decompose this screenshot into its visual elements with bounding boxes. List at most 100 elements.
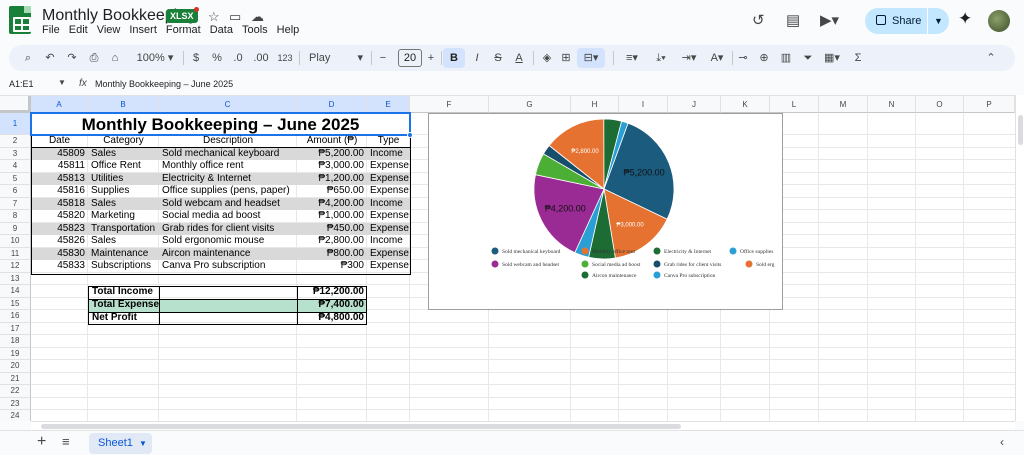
row-header-18[interactable]: 18 (0, 335, 31, 348)
table-cell[interactable]: Subscriptions (88, 260, 159, 273)
column-header-m[interactable]: M (819, 96, 868, 113)
table-cell[interactable]: Sales (88, 148, 159, 161)
table-cell[interactable]: ₱450.00 (297, 223, 367, 236)
table-cell[interactable]: 45818 (31, 198, 88, 211)
row-header-24[interactable]: 24 (0, 410, 31, 421)
name-box-dropdown-icon[interactable]: ▼ (58, 78, 66, 87)
all-sheets-icon[interactable]: ≡ (62, 434, 70, 449)
percent-format-button[interactable]: % (210, 45, 224, 71)
table-cell[interactable]: 45820 (31, 210, 88, 223)
number-format-button[interactable]: 123 (275, 45, 295, 71)
table-cell[interactable]: Office Rent (88, 160, 159, 173)
sheets-logo-icon[interactable] (9, 6, 31, 34)
gemini-icon[interactable]: ✦ (958, 9, 972, 29)
fill-color-icon[interactable]: ◈ (540, 45, 554, 71)
summary-value[interactable]: ₱12,200.00 (298, 286, 367, 299)
font-size-input[interactable]: 20 (398, 49, 422, 67)
column-header-j[interactable]: J (668, 96, 721, 113)
table-cell[interactable]: ₱1,000.00 (297, 210, 367, 223)
table-header-cell[interactable]: Amount (₱) (297, 135, 367, 148)
formula-input[interactable]: Monthly Bookkeeping – June 2025 (95, 79, 233, 89)
insert-comment-icon[interactable]: ⊕ (757, 45, 771, 71)
move-folder-icon[interactable]: ▭ (229, 9, 241, 25)
summary-label[interactable]: Total Expense (89, 299, 159, 312)
horizontal-scrollbar[interactable] (31, 421, 1015, 430)
table-cell[interactable]: Maintenance (88, 248, 159, 261)
menu-view[interactable]: View (97, 24, 121, 36)
row-header-21[interactable]: 21 (0, 372, 31, 385)
summary-value[interactable]: ₱7,400.00 (298, 299, 367, 312)
increase-decimal-button[interactable]: .00 (251, 45, 271, 71)
table-cell[interactable]: Expense (367, 185, 410, 198)
table-cell[interactable]: Social media ad boost (159, 210, 297, 223)
row-header-14[interactable]: 14 (0, 285, 31, 298)
column-header-d[interactable]: D (297, 96, 367, 113)
column-header-f[interactable]: F (410, 96, 489, 113)
table-header-cell[interactable]: Date (31, 135, 88, 148)
table-cell[interactable]: 45833 (31, 260, 88, 273)
paint-format-icon[interactable]: ⌂ (108, 45, 122, 71)
table-cell[interactable]: ₱1,200.00 (297, 173, 367, 186)
table-cell[interactable]: Canva Pro subscription (159, 260, 297, 273)
summary-label[interactable]: Net Profit (89, 312, 159, 325)
table-header-cell[interactable]: Description (159, 135, 297, 148)
spreadsheet-grid[interactable]: ABCDEFGHIJKLMNOP 1 2 3 4 5 6 7 8 9 10 11 12 13 14 15 16… (0, 95, 1015, 421)
table-cell[interactable]: Supplies (88, 185, 159, 198)
table-header-cell[interactable]: Category (88, 135, 159, 148)
share-options-button[interactable]: ▼ (928, 8, 949, 34)
insert-chart-icon[interactable]: ▥ (779, 45, 793, 71)
cloud-status-icon[interactable]: ☁ (251, 9, 264, 25)
functions-button[interactable]: Σ (851, 45, 865, 71)
column-header-b[interactable]: B (88, 96, 159, 113)
column-header-a[interactable]: A (31, 96, 88, 113)
collapse-toolbar-icon[interactable]: ⌃ (984, 45, 998, 71)
column-header-p[interactable]: P (964, 96, 1015, 113)
summary-label[interactable]: Total Income (89, 286, 159, 299)
table-cell[interactable]: Expense (367, 223, 410, 236)
table-cell[interactable]: ₱2,800.00 (297, 235, 367, 248)
column-header-e[interactable]: E (367, 96, 410, 113)
text-rotation-icon[interactable]: A▾ (704, 45, 730, 71)
sheet-title-cell[interactable]: Monthly Bookkeeping – June 2025 (31, 113, 410, 135)
row-header-13[interactable]: 13 (0, 272, 31, 285)
column-header-g[interactable]: G (489, 96, 571, 113)
table-cell[interactable]: Sold mechanical keyboard (159, 148, 297, 161)
table-cell[interactable]: ₱300 (297, 260, 367, 273)
search-menus-icon[interactable]: ⌕ (21, 45, 35, 71)
column-header-o[interactable]: O (916, 96, 964, 113)
comments-icon[interactable]: ▤ (786, 11, 800, 29)
table-cell[interactable]: Aircon maintenance (159, 248, 297, 261)
side-panel-toggle-icon[interactable]: ‹ (1000, 435, 1004, 449)
row-header-9[interactable]: 9 (0, 222, 31, 235)
table-cell[interactable]: Sold ergonomic mouse (159, 235, 297, 248)
text-wrapping-icon[interactable]: ⇥▾ (676, 45, 702, 71)
table-cell[interactable]: 45826 (31, 235, 88, 248)
vertical-scrollbar[interactable] (1015, 95, 1024, 421)
row-header-19[interactable]: 19 (0, 347, 31, 360)
column-header-i[interactable]: I (619, 96, 668, 113)
borders-icon[interactable]: ⊞ (559, 45, 573, 71)
menu-tools[interactable]: Tools (242, 24, 268, 36)
star-icon[interactable]: ☆ (208, 9, 220, 25)
row-header-17[interactable]: 17 (0, 322, 31, 335)
table-cell[interactable]: Sales (88, 235, 159, 248)
row-header-22[interactable]: 22 (0, 385, 31, 398)
table-cell[interactable]: 45811 (31, 160, 88, 173)
row-header-6[interactable]: 6 (0, 185, 31, 198)
row-header-11[interactable]: 11 (0, 247, 31, 260)
column-header-l[interactable]: L (770, 96, 819, 113)
redo-icon[interactable]: ↷ (65, 45, 79, 71)
horizontal-align-icon[interactable]: ≡▾ (619, 45, 645, 71)
font-select[interactable]: Play ▾ (305, 45, 365, 71)
name-box[interactable]: A1:E1 (9, 79, 34, 89)
row-header-7[interactable]: 7 (0, 197, 31, 210)
table-cell[interactable]: ₱4,200.00 (297, 198, 367, 211)
filter-views-icon[interactable]: ▦▾ (819, 45, 845, 71)
vertical-align-icon[interactable]: ⤓▾ (648, 45, 674, 71)
row-header-5[interactable]: 5 (0, 172, 31, 185)
share-button[interactable]: Share (865, 8, 927, 34)
row-header-3[interactable]: 3 (0, 147, 31, 160)
file-format-badge[interactable]: XLSX (166, 9, 198, 23)
row-header-1[interactable]: 1 (0, 113, 31, 135)
menu-help[interactable]: Help (277, 24, 300, 36)
